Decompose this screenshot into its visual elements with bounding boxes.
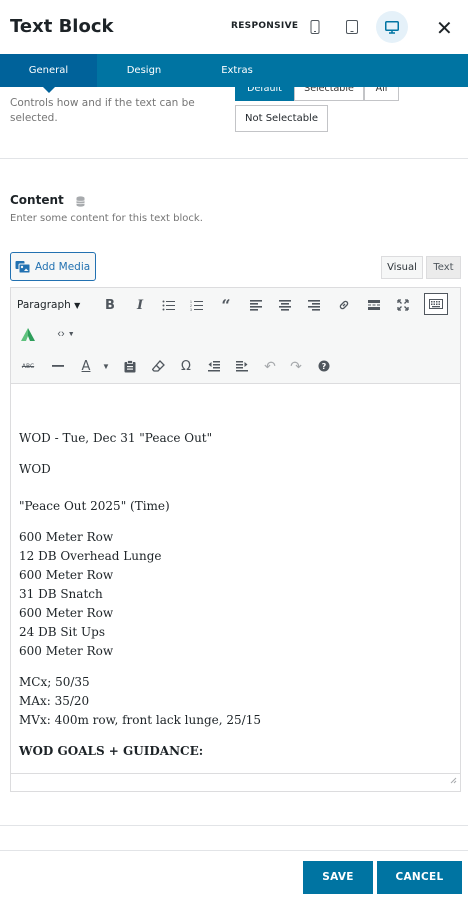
- workout-item: 24 DB Sit Ups: [19, 625, 105, 639]
- read-more-icon[interactable]: [363, 294, 385, 316]
- content-description: Enter some content for this text block.: [10, 213, 203, 224]
- text-color-dropdown-icon[interactable]: ▼: [99, 355, 113, 377]
- section-divider: [0, 158, 468, 159]
- bullet-list-icon[interactable]: [157, 294, 179, 316]
- workout-item: 31 DB Snatch: [19, 587, 103, 601]
- plugin-logo-icon[interactable]: [17, 323, 39, 345]
- code-embed-icon[interactable]: ‹› ▼: [51, 323, 81, 345]
- editor-content[interactable]: WOD - Tue, Dec 31 "Peace Out" WOD "Peace…: [11, 385, 460, 773]
- workout-item: 600 Meter Row: [19, 568, 114, 582]
- help-icon[interactable]: ?: [313, 355, 335, 377]
- not-selectable-button[interactable]: Not Selectable: [235, 105, 328, 132]
- content-wod: WOD: [19, 462, 51, 476]
- scale-item: MVx: 400m row, front lack lunge, 25/15: [19, 713, 261, 727]
- content-workout-title: "Peace Out 2025" (Time): [19, 499, 170, 513]
- resize-handle-icon[interactable]: [449, 771, 457, 789]
- workout-item: 12 DB Overhead Lunge: [19, 549, 162, 563]
- database-icon[interactable]: [76, 194, 85, 212]
- italic-icon[interactable]: I: [129, 294, 151, 316]
- clear-formatting-icon[interactable]: [147, 355, 169, 377]
- tab-general[interactable]: General: [0, 54, 97, 87]
- save-button[interactable]: SAVE: [303, 861, 373, 894]
- scale-item: MAx: 35/20: [19, 694, 90, 708]
- cancel-button[interactable]: CANCEL: [377, 861, 462, 894]
- responsive-label: RESPONSIVE: [231, 21, 299, 31]
- tab-design[interactable]: Design: [113, 54, 175, 87]
- selectable-option-default[interactable]: Default: [235, 87, 294, 101]
- modal-footer: SAVE CANCEL: [0, 850, 468, 900]
- svg-text:?: ?: [322, 362, 327, 371]
- fullscreen-icon[interactable]: [392, 294, 414, 316]
- selectable-help-text: Controls how and if the text can be sele…: [10, 97, 195, 124]
- blockquote-icon[interactable]: “: [215, 294, 237, 316]
- format-select[interactable]: Paragraph ▼: [17, 294, 80, 316]
- svg-text:3: 3: [190, 308, 192, 311]
- format-select-value: Paragraph: [17, 299, 71, 311]
- undo-icon[interactable]: ↶: [259, 355, 281, 377]
- modal-title: Text Block: [10, 16, 114, 37]
- workout-item: 600 Meter Row: [19, 606, 114, 620]
- section-divider: [0, 825, 468, 826]
- add-media-label: Add Media: [35, 260, 91, 273]
- content-label: Content: [10, 193, 64, 207]
- selectable-option-all[interactable]: All: [364, 87, 399, 101]
- text-color-icon[interactable]: A: [75, 355, 97, 377]
- numbered-list-icon[interactable]: 123: [185, 294, 207, 316]
- align-center-icon[interactable]: [274, 294, 296, 316]
- tab-extras[interactable]: Extras: [208, 54, 266, 87]
- add-media-button[interactable]: Add Media: [10, 252, 96, 281]
- close-icon[interactable]: ✕: [436, 16, 453, 41]
- workout-item: 600 Meter Row: [19, 644, 114, 658]
- tablet-icon[interactable]: [339, 14, 365, 40]
- align-right-icon[interactable]: [303, 294, 325, 316]
- editor-toolbar: Paragraph ▼ B I 123 “ ‹› ▼ ABC A ▼ Ω ↶ ↷…: [11, 288, 460, 384]
- rich-text-editor: Paragraph ▼ B I 123 “ ‹› ▼ ABC A ▼ Ω ↶ ↷…: [10, 287, 461, 792]
- editor-statusbar: [11, 773, 460, 791]
- indent-icon[interactable]: [231, 355, 253, 377]
- bold-icon[interactable]: B: [99, 294, 121, 316]
- workout-item: 600 Meter Row: [19, 530, 114, 544]
- desktop-icon[interactable]: [376, 11, 408, 43]
- phone-icon[interactable]: [302, 14, 328, 40]
- workout-list: 600 Meter Row 12 DB Overhead Lunge 600 M…: [19, 528, 452, 661]
- link-icon[interactable]: [333, 294, 355, 316]
- editor-tab-visual[interactable]: Visual: [381, 256, 423, 279]
- scales-list: MCx; 50/35 MAx: 35/20 MVx: 400m row, fro…: [19, 673, 452, 730]
- outdent-icon[interactable]: [203, 355, 225, 377]
- active-tab-indicator: [43, 87, 55, 93]
- special-character-icon[interactable]: Ω: [175, 355, 197, 377]
- strikethrough-abc-icon[interactable]: ABC: [17, 355, 39, 377]
- content-goals-heading: WOD GOALS + GUIDANCE:: [19, 744, 204, 758]
- horizontal-line-icon[interactable]: [47, 355, 69, 377]
- content-heading: WOD - Tue, Dec 31 "Peace Out": [19, 431, 213, 445]
- redo-icon[interactable]: ↷: [285, 355, 307, 377]
- toolbar-toggle-icon[interactable]: [424, 293, 448, 315]
- align-left-icon[interactable]: [245, 294, 267, 316]
- media-icon: [15, 260, 31, 273]
- selectable-option-selectable[interactable]: Selectable: [294, 87, 364, 101]
- modal-header: Text Block RESPONSIVE ✕: [0, 0, 468, 54]
- scale-item: MCx; 50/35: [19, 675, 90, 689]
- editor-tab-text[interactable]: Text: [426, 256, 461, 279]
- settings-panel: Controls how and if the text can be sele…: [0, 87, 468, 847]
- tab-bar: General Design Extras: [0, 54, 468, 87]
- paste-text-icon[interactable]: [119, 355, 141, 377]
